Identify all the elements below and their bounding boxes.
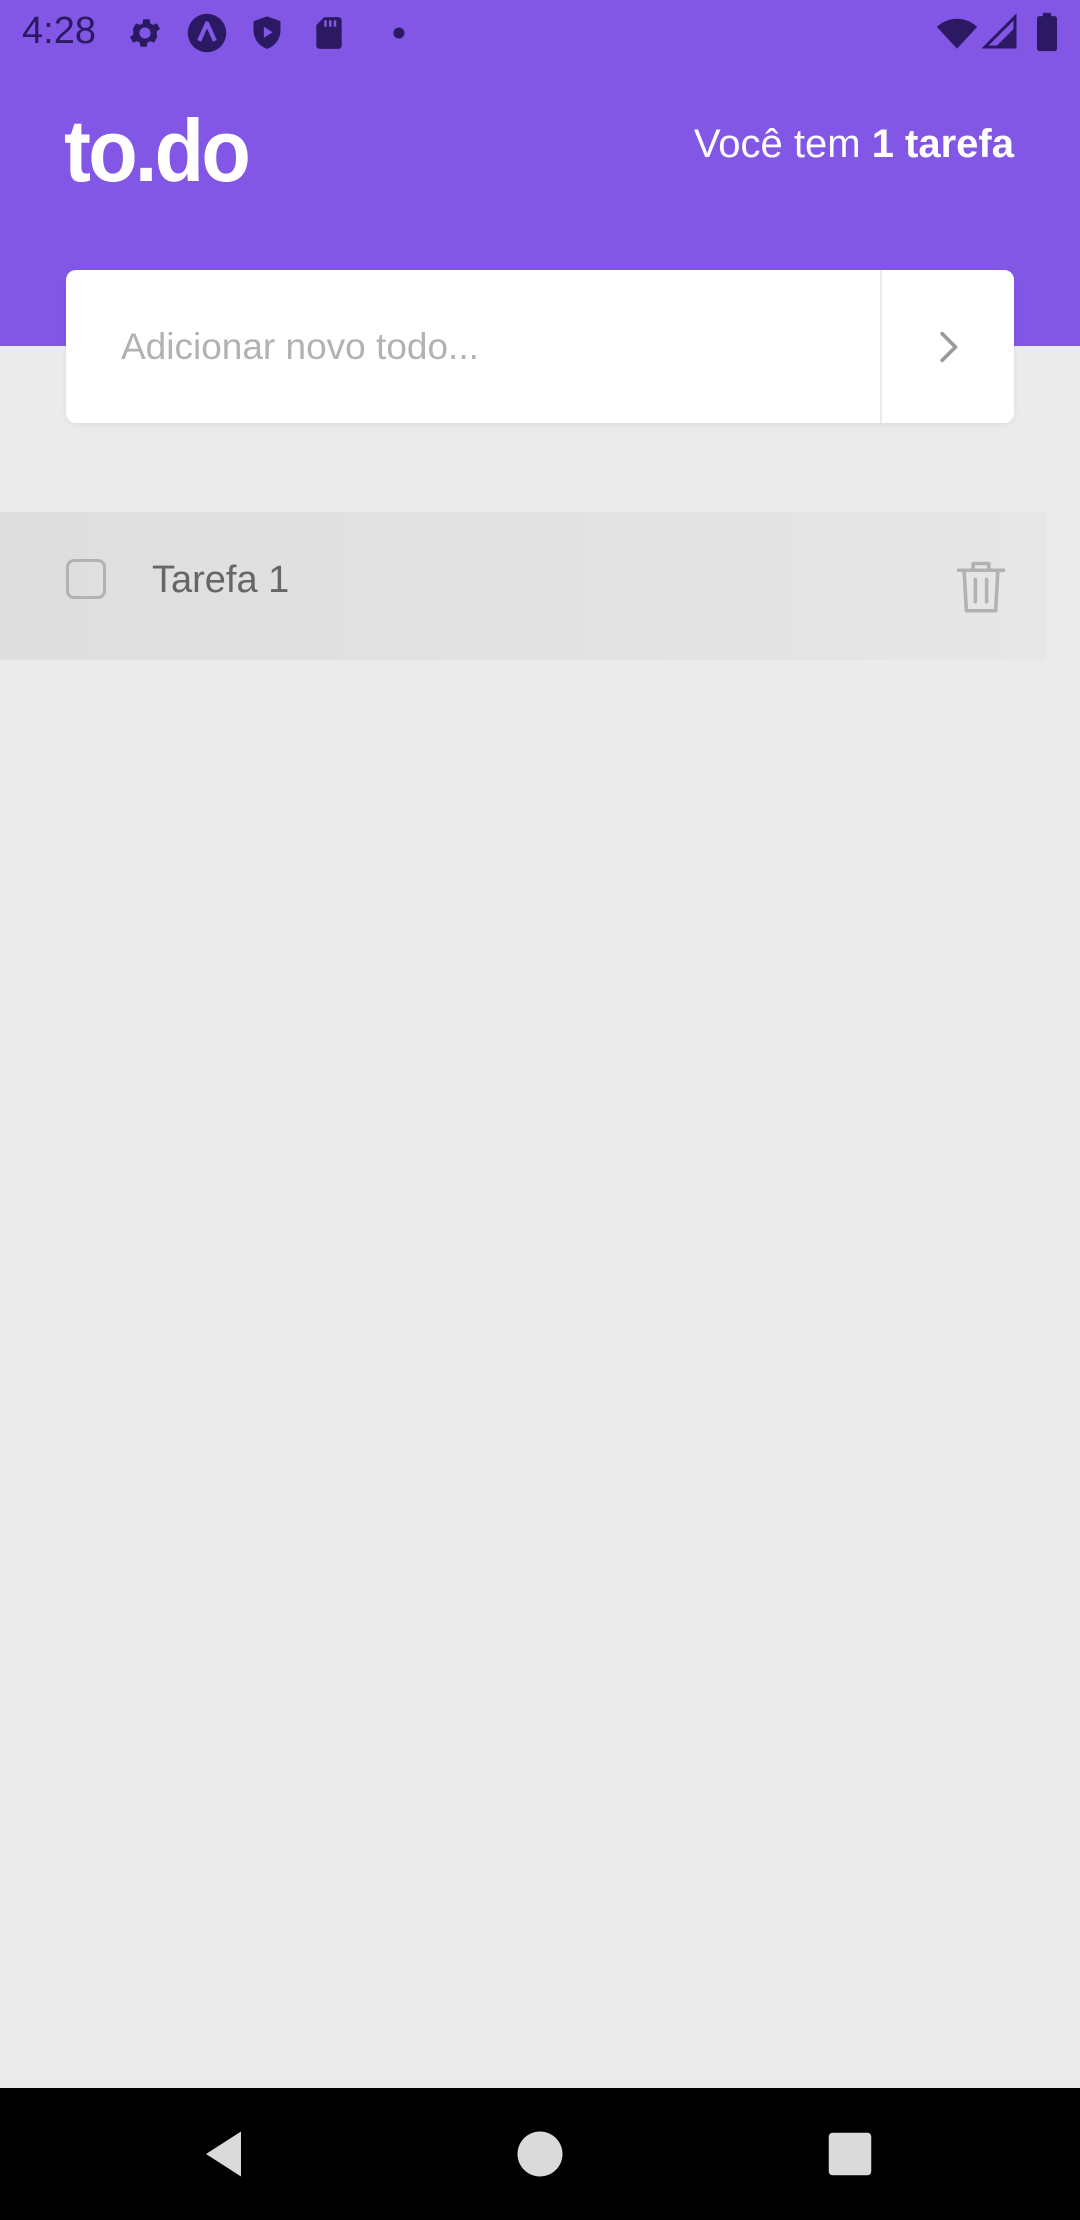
- sd-card-icon: [316, 17, 342, 49]
- dot-icon: [393, 27, 405, 39]
- cell-signal-icon: [982, 13, 1017, 49]
- recents-icon[interactable]: [820, 2124, 880, 2184]
- a-circle-icon: [187, 13, 227, 53]
- task-counter-count: 1 tarefa: [871, 122, 1014, 166]
- trash-icon: [956, 561, 1006, 613]
- shield-play-icon: [253, 16, 281, 49]
- navigation-bar: [0, 2088, 1080, 2220]
- task-label: Tarefa 1: [152, 559, 290, 601]
- task-row: Tarefa 1: [0, 512, 1046, 660]
- task-counter-prefix: Você tem: [693, 122, 872, 166]
- task-counter: Você tem 1 tarefa: [694, 122, 1014, 167]
- home-icon[interactable]: [510, 2124, 570, 2184]
- battery-icon: [1037, 12, 1057, 52]
- status-bar: 4:28: [0, 0, 1080, 66]
- wifi-icon: [936, 18, 978, 49]
- back-icon[interactable]: [196, 2124, 256, 2184]
- status-time: 4:28: [22, 10, 96, 52]
- app-logo: to.do: [64, 101, 251, 200]
- gear-icon: [129, 19, 161, 47]
- chevron-right-icon: [940, 331, 958, 362]
- new-todo-input[interactable]: [66, 270, 880, 423]
- new-todo-form: [66, 270, 1014, 423]
- app-screen: 4:28 to.do Você tem 1 tarefa Adicionar n…: [0, 0, 1080, 2220]
- add-todo-button[interactable]: [880, 270, 1014, 423]
- delete-task-button[interactable]: [954, 556, 1008, 616]
- task-checkbox[interactable]: [66, 559, 106, 599]
